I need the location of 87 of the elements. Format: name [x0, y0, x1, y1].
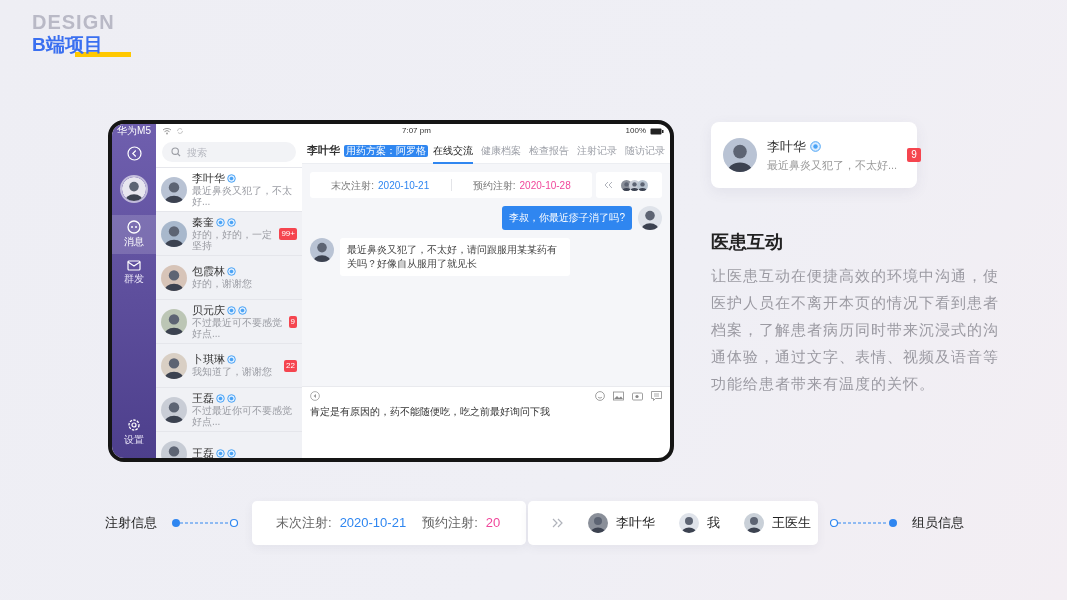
wifi-icon	[162, 127, 172, 135]
message-preview: 我知道了，谢谢您	[192, 366, 273, 378]
emoji-icon[interactable]	[595, 391, 605, 401]
unread-count: 99+	[279, 227, 297, 240]
feature-description: 让医患互动在便捷高效的环境中沟通，使医护人员在不离开本页的情况下看到患者档案，了解患者病历同时带来沉浸式的沟通体验，通过文字、表情、视频及语音等功能给患者带来有温度的关怀。	[711, 266, 1000, 394]
avatar	[638, 206, 662, 230]
contact-name: 王磊	[192, 447, 214, 458]
contact-name: 李叶华	[192, 171, 225, 185]
avatar	[120, 175, 148, 203]
contact-name: 李叶华	[767, 138, 806, 156]
envelope-icon	[127, 259, 141, 271]
message-preview: 不过最近可不要感觉好点...	[192, 316, 283, 340]
avatar	[723, 138, 757, 172]
avatar	[679, 513, 699, 533]
member-name: 我	[707, 514, 720, 533]
sync-icon	[176, 127, 184, 135]
patient-name: 李叶华	[307, 143, 340, 159]
feature-title: 医患互动	[711, 231, 784, 254]
image-icon[interactable]	[613, 391, 624, 401]
carrier-label: 华为M5	[117, 124, 151, 138]
contact-item[interactable]: 王磊 不过最近你可不要感觉好点...	[156, 388, 302, 432]
double-chevron-icon	[552, 518, 564, 528]
contact-name: 王磊	[192, 391, 214, 405]
status-time: 7:07 pm	[402, 125, 431, 137]
nav-item[interactable]: 消息	[112, 215, 156, 254]
contact-name: 包霞林	[192, 265, 225, 279]
injection-date: 2020-10-21	[339, 514, 407, 533]
contact-item[interactable]: 贝元庆 不过最近可不要感觉好点... 9	[156, 300, 302, 344]
unread-count: 22	[284, 359, 297, 372]
avatar	[744, 513, 764, 533]
message-preview: 最近鼻炎又犯了，不太好...	[767, 157, 898, 173]
tag-icon	[227, 173, 236, 183]
avatar	[161, 176, 187, 203]
voice-icon[interactable]	[310, 391, 320, 401]
contact-item[interactable]: 王磊	[156, 432, 302, 458]
unread-count: 9	[907, 148, 921, 162]
injection-date: 2020-10-28	[519, 179, 571, 191]
injection-label: 预约注射:	[472, 179, 516, 191]
avatar	[161, 264, 187, 291]
contact-name: 贝元庆	[192, 303, 225, 317]
contact-name: 卜琪琳	[192, 353, 225, 367]
connector-line	[171, 518, 239, 528]
message-bubble: 李叔，你最近疹子消了吗?	[502, 206, 632, 230]
injection-label: 预约注射:	[422, 514, 478, 533]
member-name: 王医生	[772, 514, 811, 533]
back-icon	[126, 146, 142, 161]
message-preview: 最近鼻炎又犯了，不太好...	[192, 184, 293, 208]
avatar	[161, 352, 187, 379]
contact-name: 秦奎	[192, 215, 214, 229]
chat-icon	[127, 220, 141, 234]
contact-item[interactable]: 李叶华 最近鼻炎又犯了，不太好...	[156, 168, 302, 212]
contact-item[interactable]: 卜琪琳 我知道了，谢谢您 22	[156, 344, 302, 388]
nav-item[interactable]: 设置	[112, 413, 156, 452]
member-name: 李叶华	[616, 514, 655, 533]
injection-date: 2020-10-21	[378, 179, 430, 191]
avatar	[161, 396, 187, 423]
injection-label: 末次注射:	[276, 514, 332, 533]
nav-item[interactable]: 群发	[112, 254, 156, 291]
message-preview: 不过最近你可不要感觉好点...	[192, 404, 293, 428]
strip-label: 注射信息	[105, 514, 157, 533]
avatar	[588, 513, 608, 533]
camera-icon[interactable]	[632, 391, 643, 401]
message-bubble: 最近鼻炎又犯了，不太好，请问跟服用某某药有关吗？好像自从服用了就见长	[340, 238, 570, 276]
battery-icon	[650, 127, 664, 135]
battery-level: 100%	[625, 125, 646, 137]
avatar	[161, 308, 187, 335]
search-icon	[171, 147, 181, 157]
message-icon[interactable]	[651, 391, 662, 401]
avatar	[637, 179, 648, 191]
contact-item[interactable]: 包霞林 好的，谢谢您	[156, 256, 302, 300]
back-button[interactable]	[126, 146, 142, 161]
strip-label: 组员信息	[912, 514, 964, 533]
connector-line	[830, 518, 898, 528]
tag-icon	[227, 355, 236, 365]
plan-tag: 用药方案：阿罗格	[344, 144, 428, 157]
double-chevron-icon	[604, 181, 613, 189]
settings-icon	[127, 418, 141, 432]
unread-count: 9	[288, 315, 297, 328]
tag-icon	[227, 267, 236, 277]
section-title: B端项目	[32, 35, 103, 54]
tag-icon	[810, 141, 821, 153]
injection-date: 20	[485, 514, 501, 533]
injection-label: 末次注射:	[331, 179, 375, 191]
avatar	[310, 238, 334, 262]
accent-bar	[75, 52, 131, 57]
avatar	[161, 220, 187, 247]
message-preview: 好的，谢谢您	[192, 278, 253, 290]
